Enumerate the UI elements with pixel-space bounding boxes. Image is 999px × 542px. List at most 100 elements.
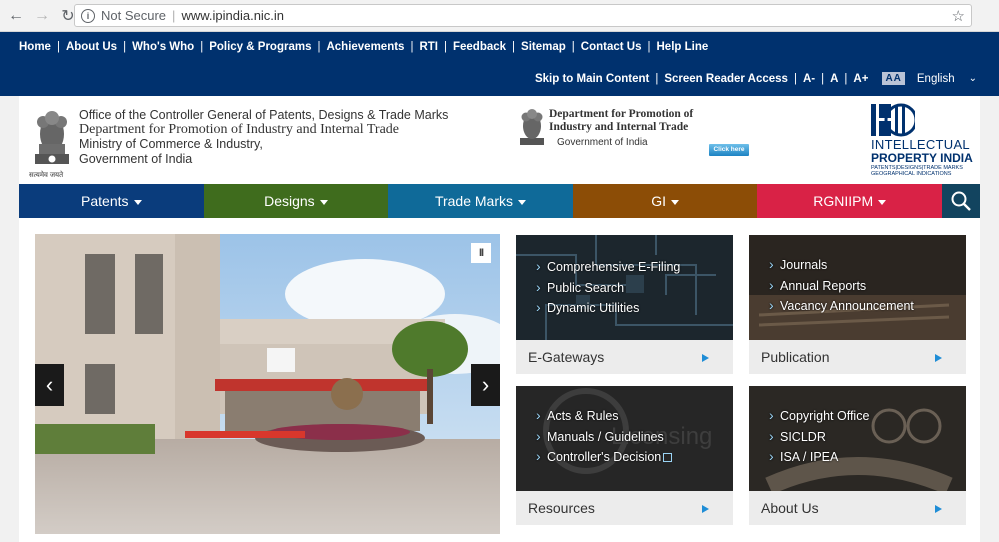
link-manuals-guidelines[interactable]: Manuals / Guidelines <box>536 426 672 448</box>
link-controllers-decision[interactable]: Controller's Decision <box>536 446 673 468</box>
caret-down-icon <box>133 200 142 205</box>
info-icon[interactable]: i <box>81 8 95 23</box>
resources-image: Licensing Acts & Rules Manuals / Guideli… <box>516 386 733 491</box>
menu-designs[interactable]: Designs <box>203 184 389 218</box>
play-arrow-icon <box>935 505 942 513</box>
e-gateways-list: Comprehensive E-Filing Public Search Dyn… <box>516 235 680 319</box>
nav-feedback[interactable]: Feedback <box>453 41 506 53</box>
screen-reader-link[interactable]: Screen Reader Access <box>664 73 788 85</box>
about-us-list: Copyright Office SICLDR ISA / IPEA <box>749 386 869 468</box>
dept-emblem-icon <box>520 109 544 145</box>
tile-publication-title: Publication <box>761 349 830 365</box>
caret-down-icon <box>518 200 527 205</box>
tile-resources: Licensing Acts & Rules Manuals / Guideli… <box>516 386 733 525</box>
tile-resources-footer[interactable]: Resources <box>516 491 733 525</box>
external-link-icon <box>663 453 673 462</box>
skip-to-main-link[interactable]: Skip to Main Content <box>535 73 649 85</box>
link-dynamic-utilities[interactable]: Dynamic Utilities <box>536 297 680 319</box>
nav-rti[interactable]: RTI <box>419 41 438 53</box>
nav-whos-who[interactable]: Who's Who <box>132 41 194 53</box>
nav-policy[interactable]: Policy & Programs <box>209 41 311 53</box>
ipi-logo-icon <box>871 103 915 137</box>
font-increase-button[interactable]: A+ <box>853 73 868 85</box>
link-public-search[interactable]: Public Search <box>536 277 680 299</box>
tile-publication-footer[interactable]: Publication <box>749 340 966 374</box>
slider-next-button[interactable]: › <box>471 364 500 406</box>
slider-prev-button[interactable]: ‹ <box>35 364 64 406</box>
tile-publication: Journals Annual Reports Vacancy Announce… <box>749 235 966 374</box>
browser-toolbar: ← → ↻ i Not Secure | www.ipindia.nic.in … <box>0 0 999 32</box>
ipi-line-3: PATENTS|DESIGNS|TRADE MARKS GEOGRAPHICAL… <box>871 165 963 177</box>
office-line-3: Ministry of Commerce & Industry, <box>79 137 263 151</box>
menu-rgniipm[interactable]: RGNIIPM <box>757 184 942 218</box>
ipi-line-2: PROPERTY INDIA <box>871 151 973 165</box>
link-annual-reports[interactable]: Annual Reports <box>769 275 914 297</box>
link-comprehensive-e-filing[interactable]: Comprehensive E-Filing <box>536 256 680 278</box>
caret-down-icon <box>878 200 887 205</box>
language-select[interactable]: English <box>917 73 955 85</box>
search-icon <box>951 191 971 211</box>
nav-home[interactable]: Home <box>19 41 51 53</box>
dept-line-2: Industry and Internal Trade <box>549 121 689 133</box>
about-us-image: Copyright Office SICLDR ISA / IPEA <box>749 386 966 491</box>
tile-e-gateways: Comprehensive E-Filing Public Search Dyn… <box>516 235 733 374</box>
link-isa-ipea[interactable]: ISA / IPEA <box>769 446 869 468</box>
chevron-down-icon[interactable]: ⌄ <box>969 73 977 84</box>
caret-down-icon <box>319 200 328 205</box>
search-button[interactable] <box>941 184 980 218</box>
nav-contact-us[interactable]: Contact Us <box>581 41 642 53</box>
menu-patents[interactable]: Patents <box>19 184 204 218</box>
building-photo <box>35 234 500 534</box>
national-emblem-icon <box>35 111 69 164</box>
security-label: Not Secure <box>101 8 167 23</box>
office-line-2: Department for Promotion of Industry and… <box>79 121 399 137</box>
link-vacancy-announcement[interactable]: Vacancy Announcement <box>769 295 914 317</box>
office-title: Office of the Controller General of Pate… <box>79 108 448 166</box>
link-acts-rules[interactable]: Acts & Rules <box>536 405 672 427</box>
tile-about-us-footer[interactable]: About Us <box>749 491 966 525</box>
bookmark-star-icon[interactable]: ☆ <box>952 7 965 25</box>
forward-icon[interactable]: → <box>32 6 52 26</box>
font-normal-button[interactable]: A <box>830 73 838 85</box>
slider-pause-button[interactable]: II <box>471 243 491 263</box>
nav-about-us[interactable]: About Us <box>66 41 117 53</box>
site-header: सत्यमेव जयते Office of the Controller Ge… <box>19 96 980 184</box>
office-line-4: Government of India <box>79 151 193 166</box>
click-here-button[interactable]: Click here <box>709 144 749 156</box>
top-links: Home | About Us | Who's Who | Policy & Prog… <box>19 41 709 53</box>
address-bar[interactable]: i Not Secure | www.ipindia.nic.in ☆ <box>74 4 972 27</box>
tile-e-gateways-footer[interactable]: E-Gateways <box>516 340 733 374</box>
link-sicldr[interactable]: SICLDR <box>769 426 869 448</box>
menu-trade-marks[interactable]: Trade Marks <box>388 184 573 218</box>
play-arrow-icon <box>702 354 709 362</box>
back-icon[interactable]: ← <box>6 6 26 26</box>
nav-sitemap[interactable]: Sitemap <box>521 41 566 53</box>
url-text[interactable]: www.ipindia.nic.in <box>181 8 284 23</box>
e-gateways-image: Comprehensive E-Filing Public Search Dyn… <box>516 235 733 340</box>
play-arrow-icon <box>935 354 942 362</box>
publication-image: Journals Annual Reports Vacancy Announce… <box>749 235 966 340</box>
dept-title: Department for Promotion of Industry and… <box>549 108 693 134</box>
tile-e-gateways-title: E-Gateways <box>528 349 605 365</box>
caret-down-icon <box>670 200 679 205</box>
contrast-button[interactable]: AA <box>882 72 905 85</box>
play-arrow-icon <box>702 505 709 513</box>
tile-about-us: Copyright Office SICLDR ISA / IPEA About… <box>749 386 966 525</box>
resources-list: Acts & Rules Manuals / Guidelines Contro… <box>516 386 673 468</box>
publication-list: Journals Annual Reports Vacancy Announce… <box>749 235 914 317</box>
font-decrease-button[interactable]: A- <box>803 73 815 85</box>
tile-about-us-title: About Us <box>761 500 819 516</box>
accessibility-bar: Skip to Main Content | Screen Reader Acce… <box>534 72 977 85</box>
menu-gi[interactable]: GI <box>572 184 758 218</box>
ipi-line-1: INTELLECTUAL <box>871 137 970 152</box>
dept-line-1: Department for Promotion of <box>549 108 694 120</box>
nav-help-line[interactable]: Help Line <box>657 41 709 53</box>
chevron-left-icon: ‹ <box>45 372 54 397</box>
link-journals[interactable]: Journals <box>769 254 914 276</box>
address-divider: | <box>172 8 176 23</box>
nav-achievements[interactable]: Achievements <box>326 41 404 53</box>
link-copyright-office[interactable]: Copyright Office <box>769 405 869 427</box>
top-navigation: Home | About Us | Who's Who | Policy & Prog… <box>0 32 999 96</box>
hero-slider[interactable] <box>35 234 500 534</box>
main-menu: Patents Designs Trade Marks GI RGNIIPM <box>19 184 980 218</box>
